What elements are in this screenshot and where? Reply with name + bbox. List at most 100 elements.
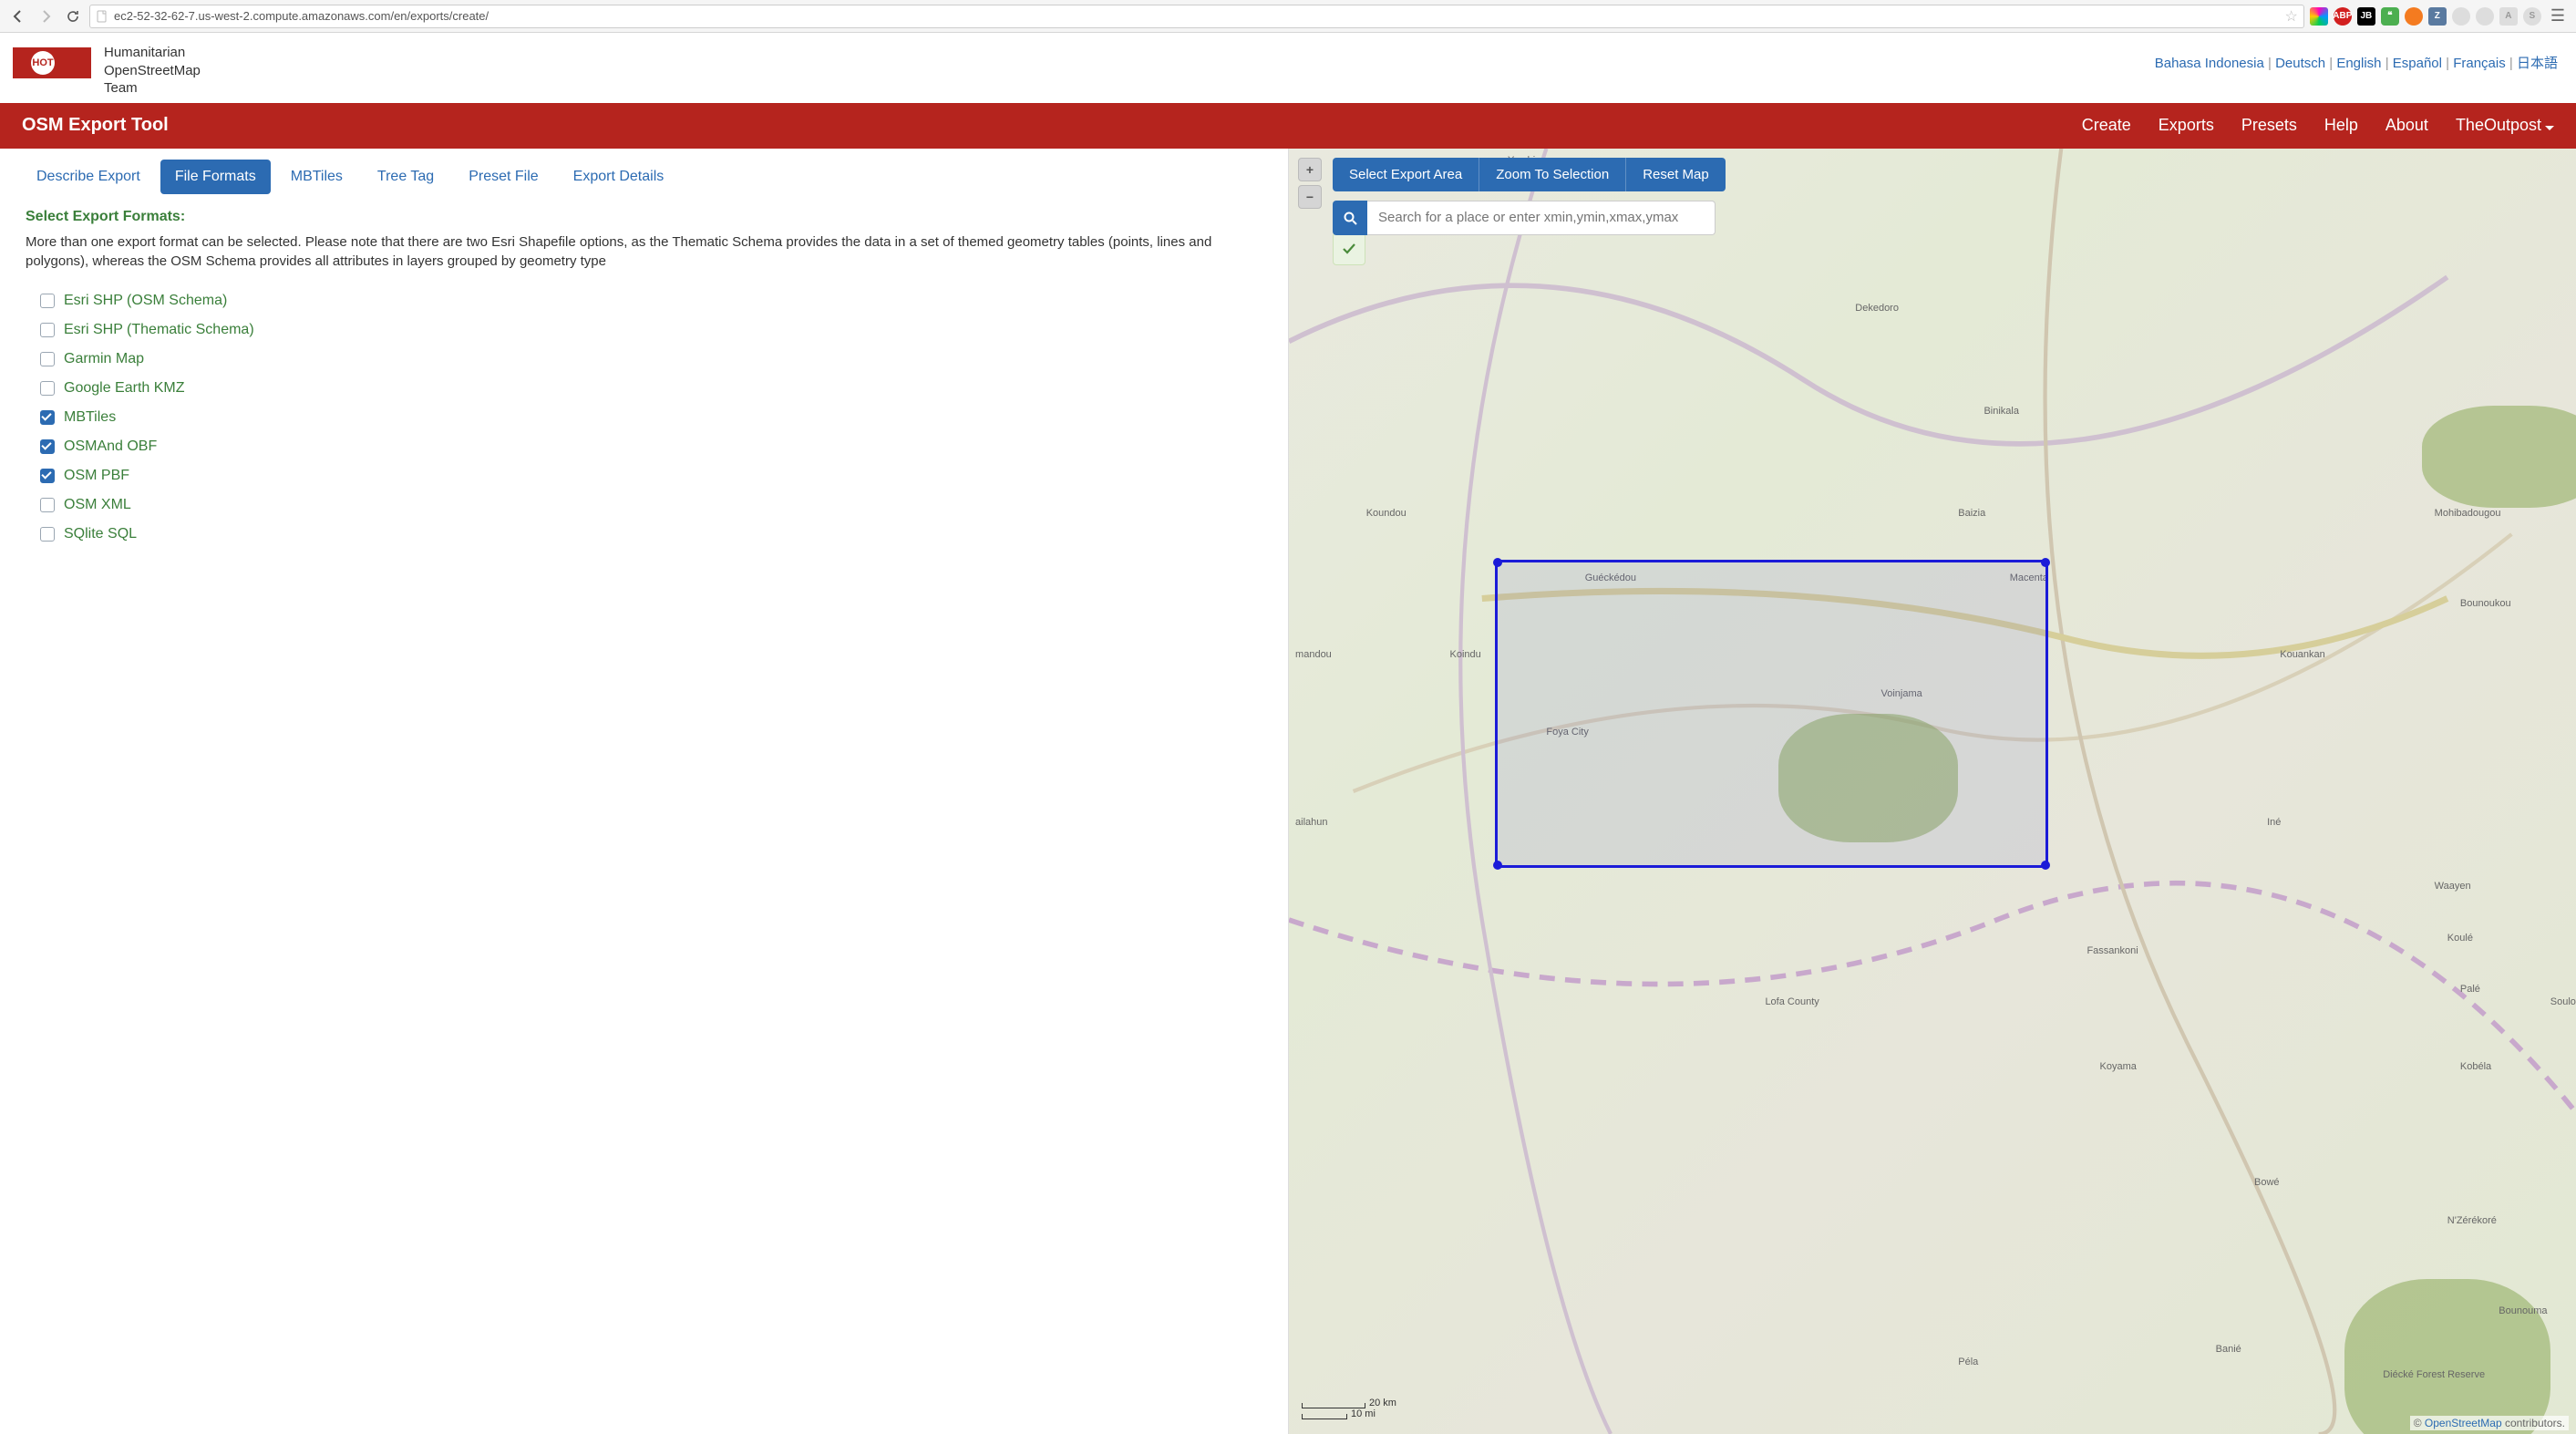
- brand-line2: OpenStreetMap: [104, 62, 201, 80]
- search-button[interactable]: [1333, 201, 1367, 235]
- map-place-label: Dekedoro: [1855, 303, 1899, 314]
- wizard-tab[interactable]: Describe Export: [22, 160, 155, 194]
- format-checkbox[interactable]: [40, 294, 55, 308]
- map-pane[interactable]: YombiroBondekoroKoundoumandouKoinduailah…: [1288, 149, 2576, 1434]
- map-place-label: Waayen: [2435, 881, 2471, 892]
- color-wheel-ext-icon[interactable]: [2310, 7, 2328, 26]
- lang-link[interactable]: Bahasa Indonesia: [2155, 56, 2264, 71]
- section-title: Select Export Formats:: [26, 209, 1262, 225]
- format-label[interactable]: SQlite SQL: [64, 526, 137, 542]
- lang-link[interactable]: 日本語: [2517, 56, 2558, 71]
- nav-link[interactable]: Exports: [2159, 116, 2214, 135]
- grey-ext-icon-2[interactable]: [2476, 7, 2494, 26]
- brand-line3: Team: [104, 79, 201, 98]
- format-label[interactable]: Garmin Map: [64, 351, 144, 367]
- hot-logo[interactable]: HOT: [13, 40, 95, 86]
- lang-link[interactable]: English: [2336, 56, 2381, 71]
- adblock-ext-icon[interactable]: ABP: [2334, 7, 2352, 26]
- zoom-out-button[interactable]: −: [1298, 185, 1322, 209]
- wizard-tab[interactable]: Preset File: [454, 160, 552, 194]
- map-top-controls: Select Export AreaZoom To SelectionReset…: [1333, 158, 2558, 235]
- map-place-label: Lofa County: [1765, 996, 1819, 1007]
- hamburger-menu-icon[interactable]: ☰: [2547, 6, 2569, 26]
- reload-button[interactable]: [62, 5, 84, 27]
- forward-button[interactable]: [35, 5, 57, 27]
- forest-area-3: [2422, 406, 2576, 509]
- bookmark-star-icon[interactable]: ☆: [2285, 7, 2298, 26]
- format-checkbox[interactable]: [40, 527, 55, 542]
- format-item: OSMAnd OBF: [40, 432, 1262, 461]
- nav-link[interactable]: About: [2385, 116, 2428, 135]
- map-action-button[interactable]: Zoom To Selection: [1479, 158, 1626, 191]
- url-bar[interactable]: ec2-52-32-62-7.us-west-2.compute.amazona…: [89, 5, 2304, 28]
- map-place-label: Koulé: [2447, 933, 2473, 944]
- format-checkbox[interactable]: [40, 352, 55, 366]
- format-checkbox[interactable]: [40, 439, 55, 454]
- left-pane: Describe ExportFile FormatsMBTilesTree T…: [0, 149, 1288, 1434]
- jb-ext-icon[interactable]: JB: [2357, 7, 2375, 26]
- format-checkbox[interactable]: [40, 323, 55, 337]
- map-action-button[interactable]: Reset Map: [1626, 158, 1726, 191]
- format-checkbox[interactable]: [40, 381, 55, 396]
- format-label[interactable]: Esri SHP (OSM Schema): [64, 293, 227, 309]
- brand-line1: Humanitarian: [104, 44, 201, 62]
- format-label[interactable]: Esri SHP (Thematic Schema): [64, 322, 254, 338]
- lang-link[interactable]: Français: [2453, 56, 2506, 71]
- lang-link[interactable]: Español: [2393, 56, 2442, 71]
- map-place-label: Bowé: [2254, 1177, 2280, 1188]
- attrib-prefix: ©: [2414, 1417, 2425, 1429]
- wizard-tab[interactable]: Export Details: [559, 160, 679, 194]
- wizard-tab[interactable]: MBTiles: [276, 160, 357, 194]
- map-place-label: Bounouma: [2499, 1305, 2547, 1316]
- selection-handle-tr[interactable]: [2041, 558, 2050, 567]
- zoom-in-button[interactable]: +: [1298, 158, 1322, 181]
- forest-area-2: [2344, 1279, 2550, 1433]
- file-formats-section: Select Export Formats: More than one exp…: [9, 209, 1279, 550]
- map-attribution: © OpenStreetMap contributors.: [2410, 1416, 2569, 1430]
- lang-link[interactable]: Deutsch: [2275, 56, 2325, 71]
- format-label[interactable]: OSM PBF: [64, 468, 129, 484]
- nav-link[interactable]: TheOutpost: [2456, 116, 2554, 135]
- format-label[interactable]: Google Earth KMZ: [64, 380, 185, 397]
- orange-ext-icon[interactable]: [2405, 7, 2423, 26]
- format-checkbox[interactable]: [40, 469, 55, 483]
- map-place-label: Palé: [2460, 984, 2480, 995]
- map-place-label: Baizia: [1958, 508, 1985, 519]
- wizard-tab[interactable]: Tree Tag: [363, 160, 448, 194]
- attrib-link[interactable]: OpenStreetMap: [2425, 1417, 2502, 1429]
- map-place-label: Banié: [2216, 1344, 2241, 1355]
- format-item: Garmin Map: [40, 345, 1262, 374]
- nav-link[interactable]: Presets: [2241, 116, 2297, 135]
- format-item: Esri SHP (Thematic Schema): [40, 315, 1262, 345]
- map-search-input[interactable]: [1367, 201, 1716, 235]
- format-list: Esri SHP (OSM Schema) Esri SHP (Thematic …: [26, 286, 1262, 549]
- format-label[interactable]: OSMAnd OBF: [64, 438, 157, 455]
- map-place-label: Péla: [1958, 1357, 1978, 1367]
- section-description: More than one export format can be selec…: [26, 232, 1262, 273]
- map-place-label: Mohibadougou: [2435, 508, 2501, 519]
- format-checkbox[interactable]: [40, 410, 55, 425]
- wizard-tab[interactable]: File Formats: [160, 160, 271, 194]
- z-ext-icon[interactable]: Z: [2428, 7, 2447, 26]
- format-label[interactable]: MBTiles: [64, 409, 116, 426]
- grey-ext-icon-1[interactable]: [2452, 7, 2470, 26]
- nav-link[interactable]: Help: [2324, 116, 2358, 135]
- app-title: OSM Export Tool: [22, 115, 169, 136]
- check-icon: [1341, 241, 1357, 257]
- format-checkbox[interactable]: [40, 498, 55, 512]
- format-item: OSM XML: [40, 490, 1262, 520]
- skype-ext-icon[interactable]: S: [2523, 7, 2541, 26]
- format-item: Esri SHP (OSM Schema): [40, 286, 1262, 315]
- back-button[interactable]: [7, 5, 29, 27]
- scale-mi: 10 mi: [1351, 1408, 1376, 1419]
- a-ext-icon[interactable]: A: [2499, 7, 2518, 26]
- selection-box[interactable]: [1495, 560, 2048, 868]
- hangouts-ext-icon[interactable]: ❝: [2381, 7, 2399, 26]
- nav-link[interactable]: Create: [2082, 116, 2131, 135]
- primary-nav: OSM Export Tool Create Exports Presets Help…: [0, 103, 2576, 149]
- map-place-label: Bounoukou: [2460, 598, 2511, 609]
- selection-handle-bl[interactable]: [1493, 861, 1502, 870]
- format-label[interactable]: OSM XML: [64, 497, 131, 513]
- selection-handle-tl[interactable]: [1493, 558, 1502, 567]
- map-action-button[interactable]: Select Export Area: [1333, 158, 1479, 191]
